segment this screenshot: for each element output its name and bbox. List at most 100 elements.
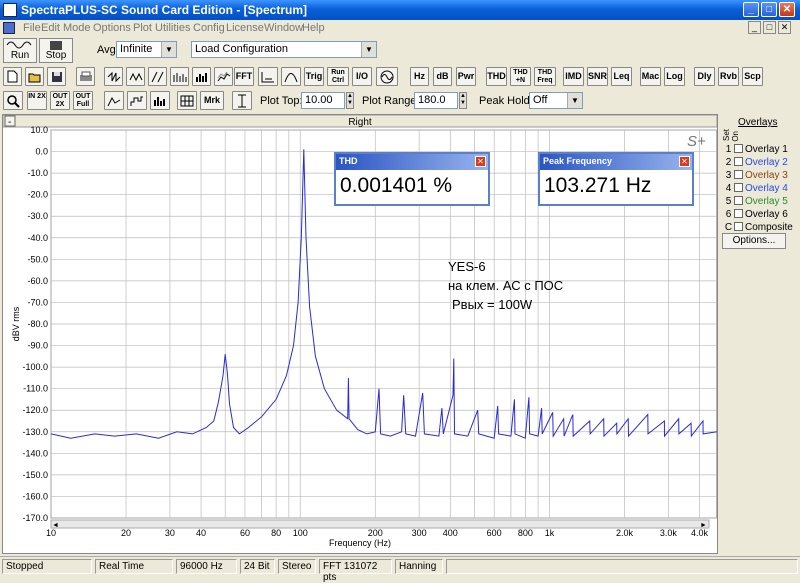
new-button[interactable] xyxy=(3,67,22,86)
overlay-on-checkbox[interactable] xyxy=(734,196,743,205)
overlay-on-checkbox[interactable] xyxy=(734,222,743,231)
close-icon[interactable]: ✕ xyxy=(475,156,486,167)
save-button[interactable] xyxy=(47,67,66,86)
step-plot-button[interactable] xyxy=(127,91,147,110)
overlay-row[interactable]: 5 Overlay 5 xyxy=(723,196,788,208)
io-button[interactable]: I/O xyxy=(352,67,372,86)
overlay-set-number[interactable]: 4 xyxy=(723,183,734,194)
overlay-label: Overlay 3 xyxy=(745,170,788,181)
open-button[interactable] xyxy=(25,67,44,86)
stop-button[interactable]: Stop xyxy=(39,38,73,63)
close-icon[interactable]: ✕ xyxy=(679,156,690,167)
zoom-button[interactable] xyxy=(3,91,23,110)
overlay-row[interactable]: 4 Overlay 4 xyxy=(723,183,788,195)
leq-button[interactable]: Leq xyxy=(611,67,632,86)
peak-frequency-readout-window[interactable]: Peak Frequency ✕ 103.271 Hz xyxy=(538,152,694,206)
window-type-button[interactable] xyxy=(281,67,301,86)
mdi-restore-button[interactable]: □ xyxy=(763,21,776,34)
overlay-set-number[interactable]: 5 xyxy=(723,196,734,207)
menu-file[interactable]: File xyxy=(23,22,41,34)
spectrogram-icon xyxy=(217,71,230,82)
zoom-out-2x-button[interactable]: OUT 2X xyxy=(50,91,70,110)
menu-window[interactable]: Window xyxy=(264,22,303,34)
overlay-row[interactable]: 3 Overlay 3 xyxy=(723,170,788,182)
menu-license[interactable]: License xyxy=(226,22,264,34)
overlay-set-number[interactable]: 2 xyxy=(723,157,734,168)
menu-config[interactable]: Config xyxy=(193,22,225,34)
y-tick-label: -160.0 xyxy=(22,491,48,501)
close-window-button[interactable]: ✕ xyxy=(779,2,795,17)
generator-button[interactable] xyxy=(104,67,123,86)
overlay-on-checkbox[interactable] xyxy=(734,183,743,192)
log-button[interactable]: Log xyxy=(664,67,685,86)
trigger-button[interactable]: Trig xyxy=(304,67,324,86)
overlay-row[interactable]: 2 Overlay 2 xyxy=(723,157,788,169)
zoom-in-2x-button[interactable]: IN 2X xyxy=(27,91,47,110)
overlay-on-checkbox[interactable] xyxy=(734,157,743,166)
zoom-out-full-button[interactable]: OUT Full xyxy=(73,91,93,110)
spectrogram-button[interactable] xyxy=(214,67,233,86)
annotation-line-2: на клем. АС с ПОС xyxy=(448,278,564,293)
plot-top-spinner[interactable]: ▲ ▼ xyxy=(346,92,354,109)
menu-options[interactable]: Options xyxy=(93,22,131,34)
hz-button[interactable]: Hz xyxy=(410,67,429,86)
menu-plot[interactable]: Plot xyxy=(133,22,152,34)
imd-button[interactable]: IMD xyxy=(563,67,584,86)
run-control-button[interactable]: Run Ctrl xyxy=(327,67,349,86)
db-button[interactable]: dB xyxy=(433,67,452,86)
filter-button[interactable] xyxy=(126,67,145,86)
menu-mode[interactable]: Mode xyxy=(63,22,91,34)
cursor-button[interactable] xyxy=(232,91,252,110)
marker-button[interactable]: Mrk xyxy=(200,91,224,110)
configuration-select[interactable]: Load Configuration ▼ xyxy=(191,41,377,58)
minimize-window-button[interactable]: _ xyxy=(743,2,759,17)
fft-size-icon xyxy=(261,72,274,83)
thd-readout-window[interactable]: THD ✕ 0.001401 % xyxy=(334,152,490,206)
snr-button[interactable]: SNR xyxy=(587,67,608,86)
y-tick-label: -40.0 xyxy=(27,233,48,243)
power-button[interactable]: Pwr xyxy=(456,67,476,86)
sine-button[interactable] xyxy=(376,67,398,86)
overlay-set-number[interactable]: 1 xyxy=(723,144,734,155)
weighting-button[interactable] xyxy=(170,67,189,86)
avg-select[interactable]: Infinite ▼ xyxy=(116,41,177,58)
grid-toggle-button[interactable] xyxy=(177,91,197,110)
plot-range-spinner[interactable]: ▲ ▼ xyxy=(459,92,467,109)
scope-button[interactable]: Scp xyxy=(742,67,763,86)
plot-range-input[interactable]: 180.0 xyxy=(414,92,458,109)
delay-button[interactable]: Dly xyxy=(694,67,715,86)
plot-top-input[interactable]: 10.00 xyxy=(301,92,345,109)
menu-edit[interactable]: Edit xyxy=(41,22,60,34)
mdi-close-button[interactable]: ✕ xyxy=(778,21,791,34)
overlay-row[interactable]: 6 Overlay 6 xyxy=(723,209,788,221)
thd-n-button[interactable]: THD +N xyxy=(510,67,531,86)
overlay-row[interactable]: 1 Overlay 1 xyxy=(723,144,788,156)
line-plot-button[interactable] xyxy=(104,91,124,110)
fft-size-button[interactable] xyxy=(258,67,278,86)
thd-freq-button[interactable]: THD Freq xyxy=(534,67,556,86)
thd-button[interactable]: THD xyxy=(486,67,507,86)
overlay-options-button[interactable]: Options... xyxy=(722,233,786,249)
slope-button[interactable] xyxy=(148,67,167,86)
peak-hold-select[interactable]: Off ▼ xyxy=(529,92,583,109)
document-icon[interactable] xyxy=(3,22,15,34)
menu-utilities[interactable]: Utilities xyxy=(155,22,190,34)
overlay-on-checkbox[interactable] xyxy=(734,209,743,218)
reverb-button[interactable]: Rvb xyxy=(718,67,739,86)
macro-button[interactable]: Mac xyxy=(640,67,661,86)
overlay-set-number[interactable]: 3 xyxy=(723,170,734,181)
overlay-set-number[interactable]: C xyxy=(723,222,734,233)
menu-help[interactable]: Help xyxy=(302,22,325,34)
fft-button[interactable]: FFT xyxy=(234,67,254,86)
run-button[interactable]: Run xyxy=(3,38,37,63)
octave-button[interactable] xyxy=(192,67,211,86)
horizontal-scrollbar[interactable] xyxy=(50,519,710,529)
print-button[interactable] xyxy=(76,67,95,86)
overlay-on-checkbox[interactable] xyxy=(734,170,743,179)
overlay-set-number[interactable]: 6 xyxy=(723,209,734,220)
thd-value: 0.001401 % xyxy=(340,174,453,197)
mdi-minimize-button[interactable]: _ xyxy=(748,21,761,34)
overlay-on-checkbox[interactable] xyxy=(734,144,743,153)
maximize-window-button[interactable]: □ xyxy=(761,2,777,17)
bar-plot-button[interactable] xyxy=(150,91,170,110)
